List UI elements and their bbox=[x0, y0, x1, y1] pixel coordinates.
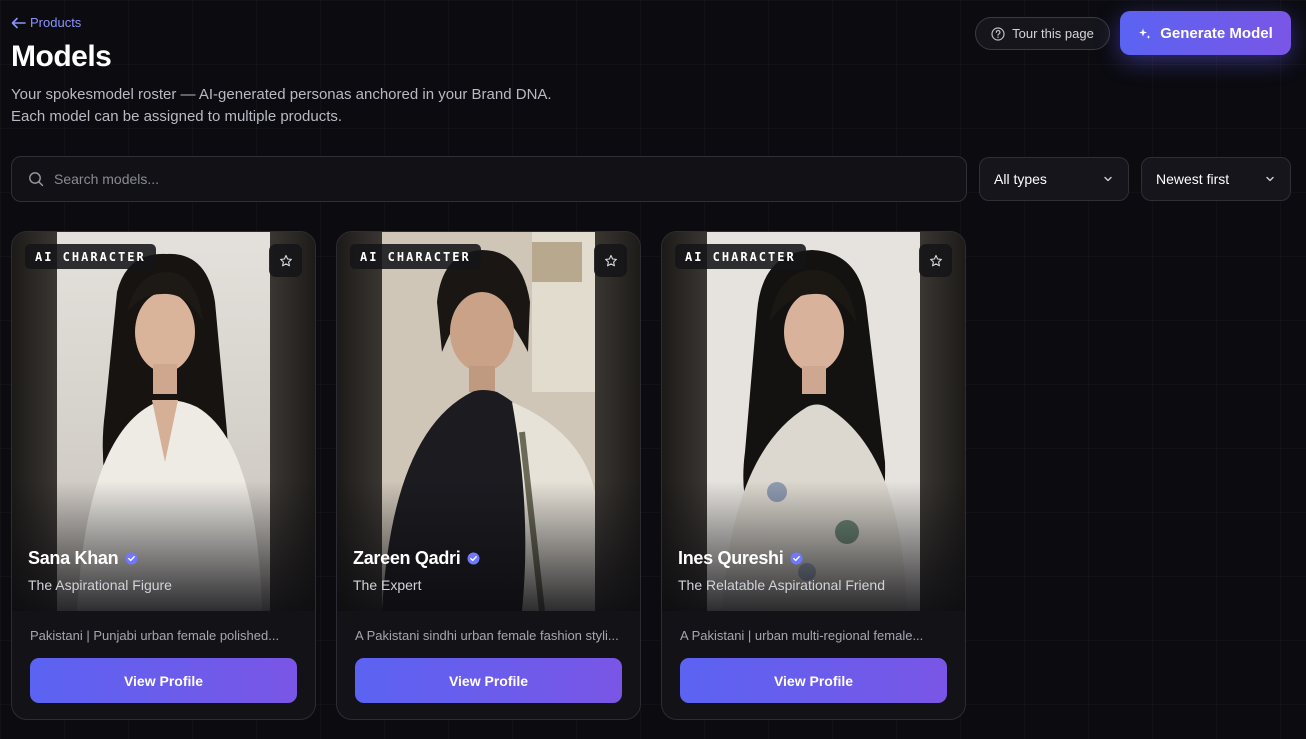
question-circle-icon bbox=[991, 26, 1005, 41]
verified-badge-icon bbox=[790, 552, 803, 565]
model-role: The Relatable Aspirational Friend bbox=[678, 577, 886, 593]
model-name-text: Ines Qureshi bbox=[678, 548, 784, 568]
model-description: A Pakistani sindhi urban female fashion … bbox=[355, 628, 619, 643]
view-profile-button[interactable]: View Profile bbox=[355, 658, 622, 703]
page-title: Models bbox=[11, 40, 112, 73]
model-role: The Expert bbox=[353, 577, 422, 593]
model-name: Ines Qureshi bbox=[678, 548, 803, 569]
search-icon bbox=[29, 172, 44, 187]
model-description: A Pakistani | urban multi-regional femal… bbox=[680, 628, 924, 643]
model-role: The Aspirational Figure bbox=[28, 577, 172, 593]
back-to-products-link[interactable]: Products bbox=[11, 15, 81, 30]
model-name: Sana Khan bbox=[28, 548, 138, 569]
model-card[interactable]: AI CHARACTER Ines Qureshi The Relatable … bbox=[661, 231, 966, 720]
type-filter-select[interactable]: All types bbox=[979, 157, 1129, 201]
verified-badge-icon bbox=[125, 552, 138, 565]
favorite-button[interactable] bbox=[594, 244, 627, 277]
tour-button-label: Tour this page bbox=[1012, 26, 1094, 41]
sort-value: Newest first bbox=[1156, 171, 1230, 187]
model-name-text: Zareen Qadri bbox=[353, 548, 461, 568]
ai-character-badge: AI CHARACTER bbox=[675, 244, 806, 269]
ai-character-badge: AI CHARACTER bbox=[25, 244, 156, 269]
sparkle-icon bbox=[1139, 28, 1151, 39]
ai-character-badge: AI CHARACTER bbox=[350, 244, 481, 269]
tour-page-button[interactable]: Tour this page bbox=[975, 17, 1110, 50]
favorite-button[interactable] bbox=[919, 244, 952, 277]
page-subtitle: Your spokesmodel roster — AI-generated p… bbox=[11, 84, 552, 128]
model-name-text: Sana Khan bbox=[28, 548, 119, 568]
chevron-down-icon bbox=[1104, 176, 1112, 182]
view-profile-button[interactable]: View Profile bbox=[30, 658, 297, 703]
chevron-down-icon bbox=[1266, 176, 1274, 182]
verified-badge-icon bbox=[467, 552, 480, 565]
arrow-left-icon bbox=[11, 17, 26, 28]
generate-button-label: Generate Model bbox=[1160, 24, 1273, 42]
back-link-label: Products bbox=[30, 15, 82, 30]
search-input[interactable] bbox=[54, 157, 966, 201]
subtitle-line-1: Your spokesmodel roster — AI-generated p… bbox=[11, 86, 552, 103]
type-filter-value: All types bbox=[994, 171, 1047, 187]
model-card[interactable]: AI CHARACTER Zareen Qadri The Expert A P… bbox=[336, 231, 641, 720]
favorite-button[interactable] bbox=[269, 244, 302, 277]
model-card[interactable]: AI CHARACTER Sana Khan The Aspirational … bbox=[11, 231, 316, 720]
view-profile-button[interactable]: View Profile bbox=[680, 658, 947, 703]
subtitle-line-2: Each model can be assigned to multiple p… bbox=[11, 108, 343, 125]
star-icon bbox=[279, 254, 292, 266]
model-description: Pakistani | Punjabi urban female polishe… bbox=[30, 628, 280, 643]
star-icon bbox=[604, 254, 617, 266]
generate-model-button[interactable]: Generate Model bbox=[1120, 11, 1291, 55]
model-name: Zareen Qadri bbox=[353, 548, 480, 569]
star-icon bbox=[929, 254, 942, 266]
sort-select[interactable]: Newest first bbox=[1141, 157, 1291, 201]
search-bar bbox=[11, 156, 967, 202]
